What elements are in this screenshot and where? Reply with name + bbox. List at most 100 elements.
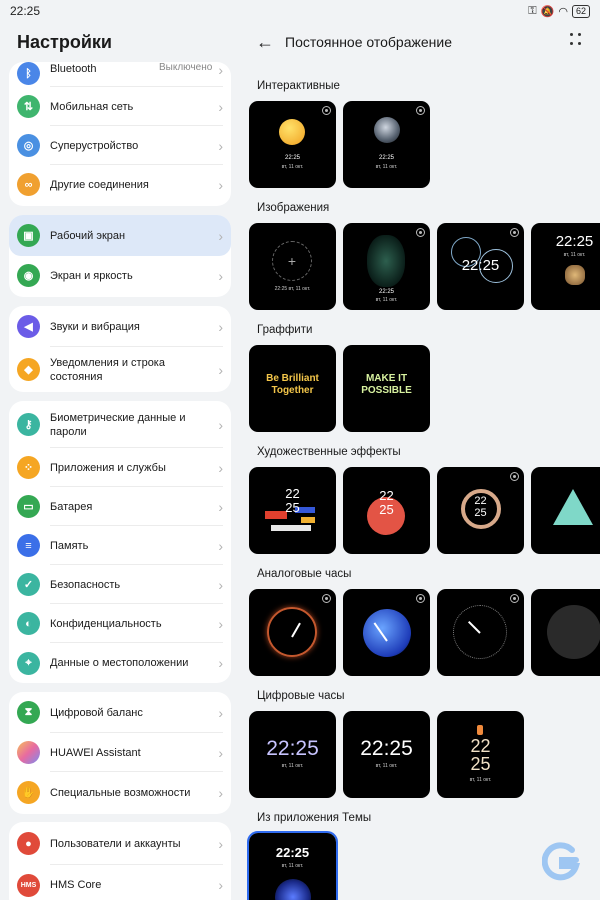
aod-pane: ← Постоянное отображение Интерактивные 2… bbox=[240, 22, 600, 900]
thumbs-themes: 22:25 вт, 11 окт. bbox=[247, 831, 338, 900]
settings-card-security: ⚷ Биометрические данные и пароли › ⁘ При… bbox=[9, 401, 231, 683]
settings-card-connections: ᛒ Bluetooth Выключено › ⇅ Мобильная сеть… bbox=[9, 62, 231, 206]
privacy-icon: ◐ bbox=[17, 612, 40, 635]
aod-thumb-analog-blue[interactable] bbox=[343, 589, 430, 676]
apps-icon: ⁘ bbox=[17, 456, 40, 479]
bluetooth-icon: ᛒ bbox=[17, 62, 40, 85]
aod-thumb-be-brilliant[interactable]: Be Brilliant Together bbox=[249, 345, 336, 432]
settings-item-sound[interactable]: ◀ Звуки и вибрация › bbox=[9, 306, 231, 347]
settings-item-huawei-assistant[interactable]: HUAWEI Assistant › bbox=[9, 733, 231, 772]
settings-item-mobile-network[interactable]: ⇅ Мобильная сеть › bbox=[9, 87, 231, 126]
aod-thumb-analog-ticks[interactable] bbox=[437, 589, 524, 676]
link-icon: ∞ bbox=[17, 173, 40, 196]
aod-thumb-bubbles[interactable]: 22:25 bbox=[437, 223, 524, 310]
dynamic-badge-icon bbox=[416, 594, 425, 603]
settings-item-privacy[interactable]: ◐ Конфиденциальность › bbox=[9, 604, 231, 643]
aod-thumb-blocks[interactable]: 22 25 bbox=[249, 467, 336, 554]
settings-item-battery[interactable]: ▭ Батарея › bbox=[9, 487, 231, 526]
settings-item-bluetooth[interactable]: ᛒ Bluetooth Выключено › bbox=[9, 62, 231, 87]
thumbs-artistic: 22 25 22 25 22 25 bbox=[249, 467, 600, 554]
settings-item-home-screen[interactable]: ▣ Рабочий экран › bbox=[9, 215, 231, 256]
settings-item-super-device[interactable]: ◎ Суперустройство › bbox=[9, 126, 231, 165]
dynamic-badge-icon bbox=[510, 228, 519, 237]
settings-item-display[interactable]: ◉ Экран и яркость › bbox=[9, 256, 231, 295]
aod-thumb-theme-selected[interactable]: 22:25 вт, 11 окт. bbox=[247, 831, 338, 900]
watermark-logo-icon bbox=[542, 842, 580, 881]
chevron-right-icon: › bbox=[218, 227, 223, 244]
aod-thumb-digital-stacked[interactable]: 22 25 вт, 11 окт. bbox=[437, 711, 524, 798]
sound-icon: ◀ bbox=[17, 315, 40, 338]
status-icons: ⚿ 🔕 ◠ 62 bbox=[528, 4, 590, 18]
chevron-right-icon: › bbox=[218, 137, 223, 154]
aod-thumb-emoji[interactable]: 22:25 вт, 11 окт. bbox=[249, 101, 336, 188]
forest-image-icon bbox=[367, 235, 405, 287]
settings-item-digital-balance[interactable]: ⧗ Цифровой баланс › bbox=[9, 692, 231, 733]
home-screen-icon: ▣ bbox=[17, 224, 40, 247]
chevron-right-icon: › bbox=[218, 655, 223, 671]
key-icon: ⚿ bbox=[528, 4, 537, 17]
aod-thumb-analog-fire[interactable] bbox=[249, 589, 336, 676]
chevron-right-icon: › bbox=[218, 877, 223, 893]
blue-orb-icon bbox=[363, 609, 411, 657]
chevron-right-icon: › bbox=[218, 576, 223, 593]
chevron-right-icon: › bbox=[218, 498, 223, 515]
aod-thumb-digital-white[interactable]: 22:25 вт, 11 окт. bbox=[343, 711, 430, 798]
chevron-right-icon: › bbox=[218, 537, 223, 554]
back-arrow-icon[interactable]: ← bbox=[256, 32, 274, 53]
chevron-right-icon: › bbox=[218, 704, 223, 721]
dynamic-badge-icon bbox=[416, 106, 425, 115]
thumbs-interactive: 22:25 вт, 11 окт. 22:25 вт, 11 окт. bbox=[249, 101, 430, 188]
aod-thumb-astronaut[interactable]: 22:25 вт, 11 окт. bbox=[343, 101, 430, 188]
chevron-right-icon: › bbox=[218, 98, 223, 115]
battery-icon: ▭ bbox=[17, 495, 40, 518]
storage-icon: ≡ bbox=[17, 534, 40, 557]
key-icon: ⚷ bbox=[17, 413, 40, 436]
dynamic-badge-icon bbox=[322, 106, 331, 115]
chevron-right-icon: › bbox=[218, 62, 223, 78]
section-title-artistic: Художественные эффекты bbox=[257, 446, 401, 458]
section-title-digital: Цифровые часы bbox=[257, 690, 345, 702]
aod-thumb-red-circle[interactable]: 22 25 bbox=[343, 467, 430, 554]
section-title-graffiti: Граффити bbox=[257, 324, 313, 336]
hourglass-icon: ⧗ bbox=[17, 701, 40, 724]
page-title: Постоянное отображение bbox=[285, 34, 452, 50]
settings-item-hms-core[interactable]: HMS HMS Core › bbox=[9, 865, 231, 900]
add-icon: + bbox=[272, 241, 312, 281]
status-bar: 22:25 ⚿ 🔕 ◠ 62 bbox=[0, 0, 600, 22]
aod-header: ← Постоянное отображение bbox=[240, 22, 600, 64]
settings-item-other-connections[interactable]: ∞ Другие соединения › bbox=[9, 165, 231, 204]
triangle-icon bbox=[553, 489, 593, 525]
section-title-images: Изображения bbox=[257, 202, 330, 214]
more-options-icon[interactable] bbox=[570, 33, 584, 47]
aod-thumb-forest[interactable]: 22:25 вт, 11 окт. bbox=[343, 223, 430, 310]
chevron-right-icon: › bbox=[218, 744, 223, 761]
settings-item-biometrics[interactable]: ⚷ Биометрические данные и пароли › bbox=[9, 401, 231, 448]
settings-item-notifications[interactable]: ◆ Уведомления и строка состояния › bbox=[9, 347, 231, 392]
settings-item-security[interactable]: ✓ Безопасность › bbox=[9, 565, 231, 604]
section-title-themes: Из приложения Темы bbox=[257, 812, 372, 824]
settings-item-accessibility[interactable]: ✋ Специальные возможности › bbox=[9, 772, 231, 813]
rocket-icon bbox=[477, 725, 483, 735]
thumbs-analog bbox=[249, 589, 600, 676]
aod-thumb-ring[interactable]: 22 25 bbox=[437, 467, 524, 554]
chevron-right-icon: › bbox=[218, 361, 223, 378]
dynamic-badge-icon bbox=[510, 594, 519, 603]
section-title-analog: Аналоговые часы bbox=[257, 568, 352, 580]
assistant-icon bbox=[17, 741, 40, 764]
aod-thumb-digital-gradient[interactable]: 22:25 вт, 11 окт. bbox=[249, 711, 336, 798]
aod-thumb-gold-object[interactable]: 22:25 вт, 11 окт. bbox=[531, 223, 600, 310]
aod-thumb-analog-gray[interactable] bbox=[531, 589, 600, 676]
aod-thumb-make-it-possible[interactable]: MAKE IT POSSIBLE bbox=[343, 345, 430, 432]
accessibility-icon: ✋ bbox=[17, 781, 40, 804]
settings-item-storage[interactable]: ≡ Память › bbox=[9, 526, 231, 565]
battery-indicator: 62 bbox=[571, 4, 590, 18]
aod-thumb-triangle[interactable] bbox=[531, 467, 600, 554]
settings-item-apps[interactable]: ⁘ Приложения и службы › bbox=[9, 448, 231, 487]
settings-item-location[interactable]: ⌖ Данные о местоположении › bbox=[9, 643, 231, 683]
gold-object-icon bbox=[565, 265, 585, 285]
settings-item-users[interactable]: ● Пользователи и аккаунты › bbox=[9, 822, 231, 865]
chevron-right-icon: › bbox=[218, 176, 223, 193]
settings-card-balance: ⧗ Цифровой баланс › HUAWEI Assistant › ✋… bbox=[9, 692, 231, 814]
chevron-right-icon: › bbox=[218, 416, 223, 433]
aod-thumb-add-image[interactable]: + 22:25 вт, 11 окт. bbox=[249, 223, 336, 310]
